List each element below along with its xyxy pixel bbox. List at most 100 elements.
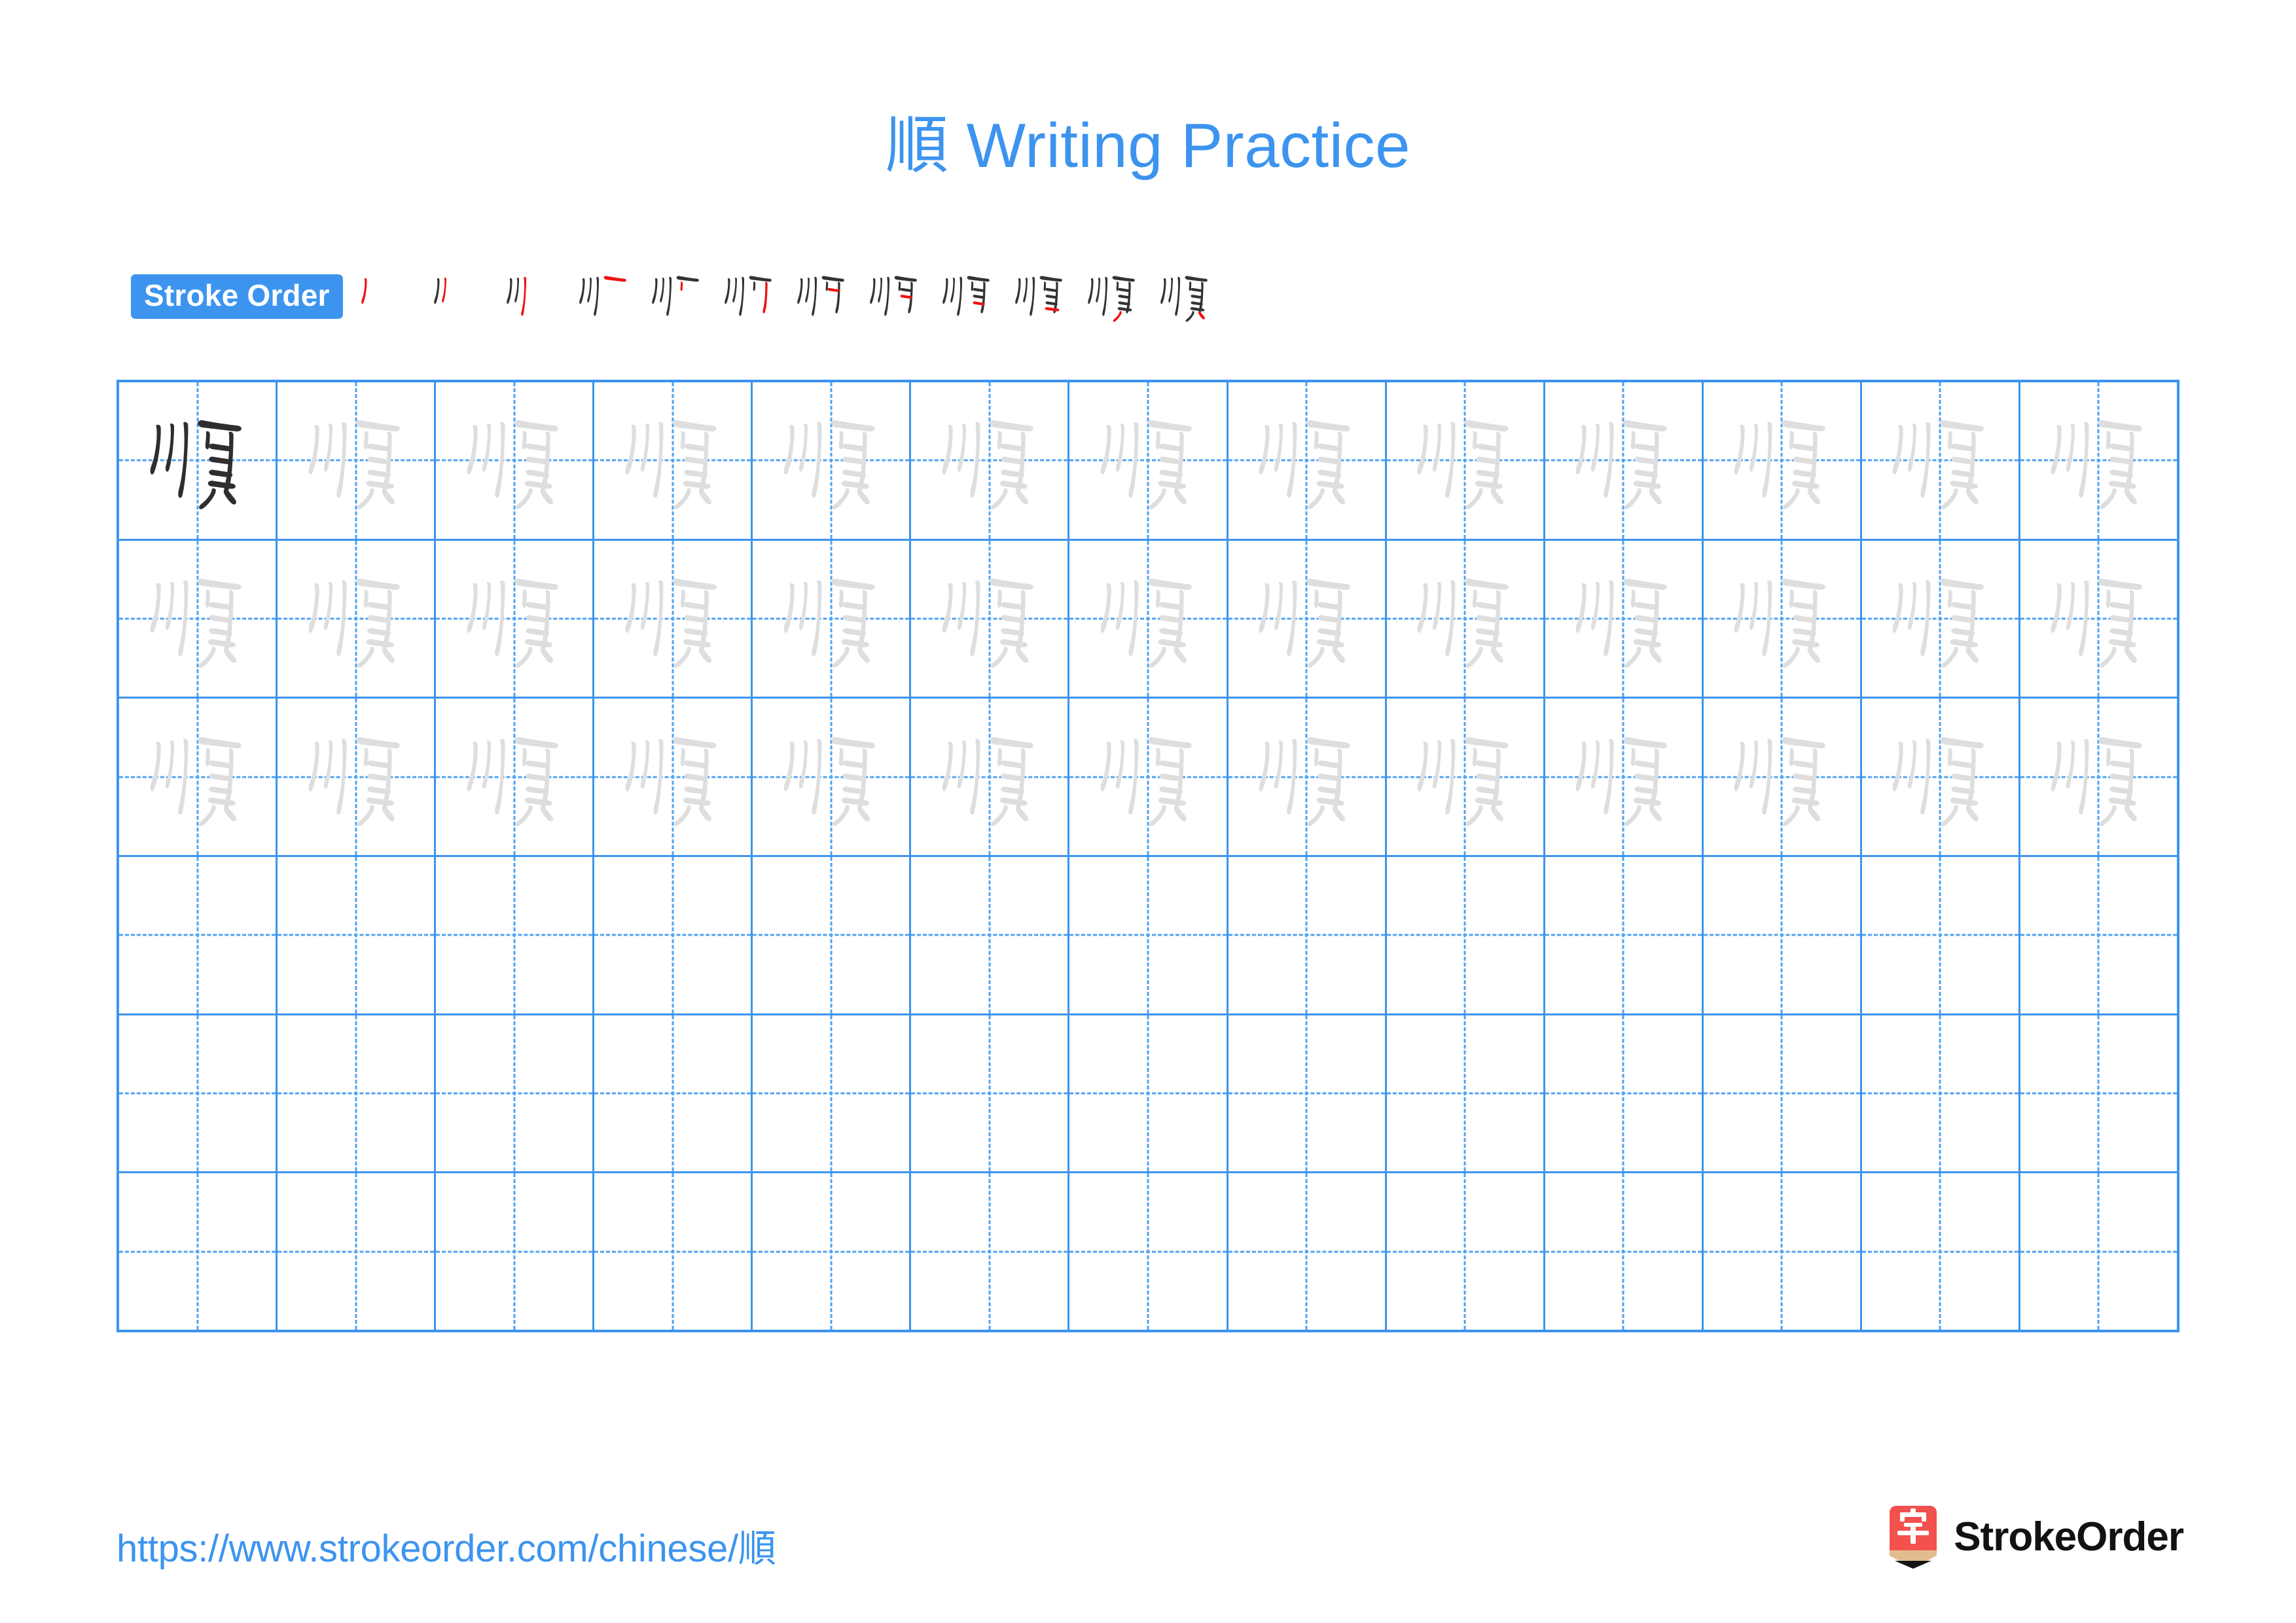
practice-cell-r1-c9[interactable] [1387,382,1545,539]
practice-cell-r6-c12[interactable] [1862,1173,2020,1330]
practice-cell-r2-c13[interactable] [2020,541,2177,697]
practice-cell-r2-c9[interactable] [1387,540,1545,697]
practice-cell-r2-c3[interactable] [436,540,595,697]
practice-cell-r4-c3[interactable] [436,857,595,1013]
practice-cell-r5-c12[interactable] [1862,1015,2020,1172]
practice-cell-r3-c7[interactable] [1069,699,1229,856]
stroke-3 [494,422,505,498]
stroke-2 [957,740,966,789]
practice-cell-r5-c3[interactable] [436,1015,595,1172]
practice-cell-r2-c10[interactable] [1545,540,1704,697]
practice-cell-r5-c11[interactable] [1704,1015,1862,1172]
practice-cell-r5-c4[interactable] [594,1015,753,1172]
practice-cell-r1-c10[interactable] [1545,382,1704,539]
practice-cell-r2-c8[interactable] [1229,540,1387,697]
practice-cell-r1-c3[interactable] [436,382,595,539]
stroke-1 [869,278,876,304]
practice-cell-r6-c4[interactable] [594,1173,753,1330]
practice-cell-r4-c6[interactable] [911,857,1070,1013]
practice-cell-r5-c8[interactable] [1229,1015,1387,1172]
practice-cell-r4-c2[interactable] [278,857,437,1013]
practice-cell-r6-c6[interactable] [911,1173,1070,1330]
practice-cell-r5-c5[interactable] [753,1015,912,1172]
practice-cell-r4-c12[interactable] [1862,857,2020,1013]
stroke-1 [506,278,512,304]
strokeorder-pencil-logo-icon [1886,1506,1941,1569]
practice-cell-r5-c2[interactable] [278,1015,437,1172]
practice-cell-r6-c5[interactable] [753,1173,912,1330]
practice-cell-r1-c13[interactable] [2020,382,2177,539]
stroke-3 [1920,422,1931,498]
practice-cell-r1-c6[interactable] [911,382,1070,539]
stroke-step-10 [1006,261,1073,333]
practice-cell-r3-c1[interactable] [119,699,278,856]
practice-cell-r6-c7[interactable] [1069,1173,1229,1330]
practice-cell-r5-c1[interactable] [119,1015,278,1172]
practice-cell-r6-c8[interactable] [1229,1173,1387,1330]
practice-cell-r3-c13[interactable] [2020,699,2177,855]
stroke-3 [812,422,822,498]
footer-url[interactable]: https://www.strokeorder.com/chinese/順 [117,1518,776,1573]
practice-cell-r5-c10[interactable] [1545,1015,1704,1172]
practice-cell-r3-c8[interactable] [1229,699,1387,856]
practice-character [1069,541,1226,697]
practice-cell-r3-c3[interactable] [436,699,595,856]
stroke-1 [579,278,585,304]
practice-cell-r1-c7[interactable] [1069,382,1229,539]
practice-cell-r2-c7[interactable] [1069,540,1229,697]
stroke-7 [208,443,232,452]
practice-cell-r2-c5[interactable] [753,540,912,697]
practice-character [278,541,434,697]
practice-cell-r5-c13[interactable] [2020,1015,2177,1172]
practice-cell-r1-c1[interactable] [119,382,278,539]
practice-cell-r6-c2[interactable] [278,1173,437,1330]
practice-cell-r4-c1[interactable] [119,857,278,1013]
practice-cell-r6-c10[interactable] [1545,1173,1704,1330]
practice-cell-r6-c1[interactable] [119,1173,278,1330]
practice-cell-r3-c11[interactable] [1704,699,1862,856]
practice-cell-r1-c12[interactable] [1862,382,2020,539]
practice-cell-r1-c4[interactable] [594,382,753,539]
practice-cell-r2-c1[interactable] [119,540,278,697]
practice-cell-r1-c11[interactable] [1704,382,1862,539]
stroke-4 [831,737,875,748]
stroke-3 [2079,422,2089,498]
practice-cell-r2-c4[interactable] [594,540,753,697]
practice-cell-r1-c8[interactable] [1229,382,1387,539]
practice-cell-r6-c9[interactable] [1387,1173,1545,1330]
practice-cell-r4-c9[interactable] [1387,857,1545,1013]
practice-cell-r4-c8[interactable] [1229,857,1387,1013]
practice-cell-r2-c11[interactable] [1704,540,1862,697]
practice-cell-r3-c4[interactable] [594,699,753,856]
practice-cell-r3-c5[interactable] [753,699,912,856]
practice-cell-r3-c12[interactable] [1862,699,2020,856]
footer-logo[interactable]: StrokeOrder [1886,1506,2184,1569]
practice-cell-r5-c6[interactable] [911,1015,1070,1172]
stroke-1 [1417,741,1428,792]
practice-cell-r3-c6[interactable] [911,699,1070,856]
practice-cell-r4-c11[interactable] [1704,857,1862,1013]
practice-cell-r1-c5[interactable] [753,382,912,539]
practice-cell-r2-c12[interactable] [1862,540,2020,697]
practice-cell-r3-c10[interactable] [1545,699,1704,856]
practice-cell-r2-c6[interactable] [911,540,1070,697]
practice-cell-r4-c10[interactable] [1545,857,1704,1013]
stroke-1 [783,425,795,475]
practice-cell-r5-c7[interactable] [1069,1015,1229,1172]
practice-cell-r4-c13[interactable] [2020,857,2177,1013]
practice-cell-r2-c2[interactable] [278,540,437,697]
stroke-10 [366,797,394,806]
practice-cell-r6-c3[interactable] [436,1173,595,1330]
practice-cell-r4-c5[interactable] [753,857,912,1013]
practice-cell-r6-c11[interactable] [1704,1173,1862,1330]
stroke-3 [494,580,505,657]
practice-cell-r6-c13[interactable] [2020,1173,2177,1330]
stroke-4 [894,276,917,282]
practice-cell-r3-c9[interactable] [1387,699,1545,856]
practice-cell-r5-c9[interactable] [1387,1015,1545,1172]
practice-cell-r1-c2[interactable] [278,382,437,539]
practice-cell-r3-c2[interactable] [278,699,437,856]
stroke-3 [956,276,962,316]
practice-cell-r4-c4[interactable] [594,857,753,1013]
practice-cell-r4-c7[interactable] [1069,857,1229,1013]
